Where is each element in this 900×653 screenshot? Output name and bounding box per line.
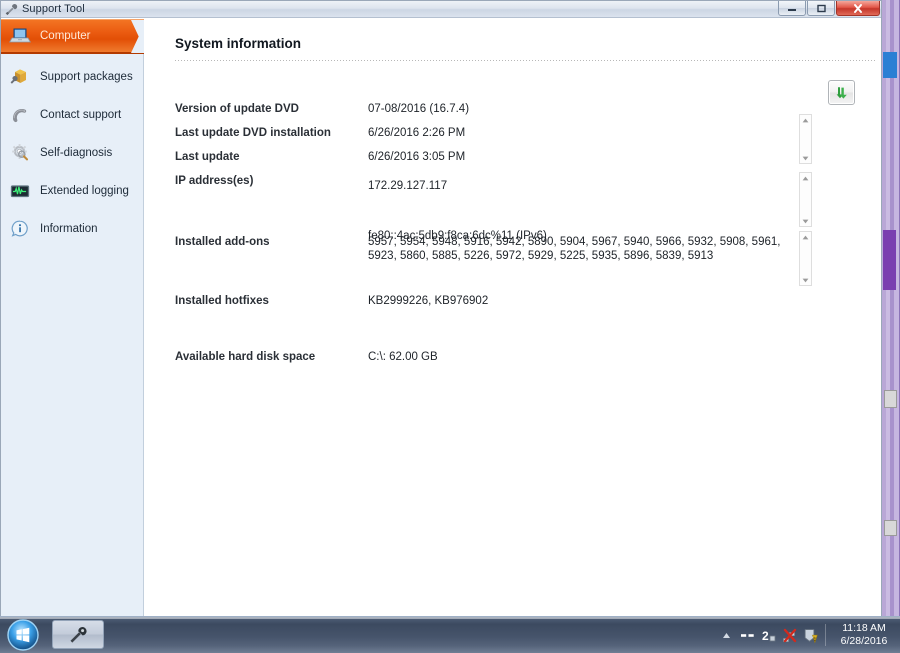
info-row-value: C:\: 62.00 GB (368, 350, 881, 364)
scroll-down-icon[interactable] (800, 153, 811, 163)
info-row-label: Version of update DVD (175, 102, 368, 116)
background-strip-accent-3 (884, 390, 897, 408)
close-icon (851, 3, 865, 14)
package-icon (9, 66, 31, 88)
clock-date: 6/28/2016 (834, 635, 894, 648)
info-row: Installed add-ons 5957, 5954, 5948, 5916… (175, 235, 881, 295)
sidebar-item-information[interactable]: Information (1, 210, 143, 248)
windows-logo-icon (5, 618, 41, 652)
gear-search-icon (9, 142, 31, 164)
screen: Support Tool (0, 0, 900, 653)
taskbar: 2 11:1 (0, 616, 900, 653)
info-row: IP address(es) 172.29.127.117 fe80::4ac:… (175, 174, 881, 226)
system-information-list: Version of update DVD 07-08/2016 (16.7.4… (175, 79, 881, 364)
ip-addresses-scrollbar[interactable] (799, 114, 812, 164)
sidebar-item-label: Self-diagnosis (40, 147, 112, 159)
action-center-warning-icon[interactable] (802, 627, 819, 644)
system-tray: 2 11:1 (716, 617, 896, 653)
support-tool-window: Support Tool (0, 0, 882, 617)
installed-addons-scrollbar[interactable] (799, 172, 812, 227)
window-title: Support Tool (22, 3, 85, 15)
info-row-label: Last update (175, 150, 368, 164)
window-body: Computer Support packages (1, 19, 881, 616)
page-title: System information (175, 36, 301, 51)
sidebar-item-contact-support[interactable]: Contact support (1, 96, 143, 134)
clock-time: 11:18 AM (834, 622, 894, 635)
scroll-up-icon[interactable] (800, 115, 811, 125)
laptop-icon (9, 25, 31, 47)
maximize-button[interactable] (807, 1, 835, 16)
clock[interactable]: 11:18 AM 6/28/2016 (834, 622, 894, 648)
info-row: Last update DVD installation 6/26/2016 2… (175, 126, 881, 140)
start-button[interactable] (5, 618, 41, 652)
minimize-button[interactable] (778, 1, 806, 16)
scroll-up-icon[interactable] (800, 232, 811, 242)
info-row-label: Installed add-ons (175, 235, 368, 249)
taskbar-item-support-tool[interactable] (52, 620, 104, 649)
dashes-icon[interactable] (739, 627, 756, 644)
selected-notch (131, 20, 145, 53)
background-strip-accent-4 (884, 520, 897, 536)
sidebar-item-computer[interactable]: Computer (1, 19, 144, 54)
minimize-icon (785, 3, 799, 13)
info-row: Version of update DVD 07-08/2016 (16.7.4… (175, 102, 881, 116)
sidebar-item-label: Extended logging (40, 185, 129, 197)
info-row: Installed hotfixes KB2999226, KB976902 (175, 294, 881, 351)
scroll-down-icon[interactable] (800, 275, 811, 285)
info-row-label: IP address(es) (175, 174, 368, 188)
show-hidden-icons-button[interactable] (718, 627, 735, 644)
installed-hotfixes-scrollbar[interactable] (799, 231, 812, 286)
info-row-label: Installed hotfixes (175, 294, 368, 308)
scroll-down-icon[interactable] (800, 216, 811, 226)
sidebar-item-label: Support packages (40, 71, 133, 83)
content-pane: System information Version of update DVD… (144, 19, 881, 616)
phone-icon (9, 104, 31, 126)
background-strip-accent-2 (883, 230, 896, 290)
waveform-icon (9, 180, 31, 202)
sidebar-item-extended-logging[interactable]: Extended logging (1, 172, 143, 210)
tray-divider (825, 624, 826, 646)
window-titlebar[interactable]: Support Tool (1, 1, 881, 18)
info-row: Available hard disk space C:\: 62.00 GB (175, 350, 881, 364)
close-button[interactable] (836, 1, 880, 16)
chevron-up-icon (722, 632, 731, 639)
scroll-up-icon[interactable] (800, 173, 811, 183)
sidebar-item-label: Computer (40, 30, 91, 42)
network-sync-icon[interactable]: 2 (760, 627, 777, 644)
sidebar-item-self-diagnosis[interactable]: Self-diagnosis (1, 134, 143, 172)
info-row-value: 5957, 5954, 5948, 5916, 5942, 5890, 5904… (368, 235, 783, 263)
info-row-value: KB2999226, KB976902 (368, 294, 881, 308)
sidebar-item-support-packages[interactable]: Support packages (1, 58, 143, 96)
network-disconnected-icon[interactable] (781, 627, 798, 644)
svg-text:2: 2 (762, 629, 769, 643)
sidebar-item-label: Information (40, 223, 98, 235)
window-controls (777, 1, 880, 17)
wrench-icon (5, 3, 18, 16)
sidebar-item-label: Contact support (40, 109, 121, 121)
info-row-label: Available hard disk space (175, 350, 368, 364)
sidebar: Computer Support packages (1, 19, 144, 616)
info-icon (9, 218, 31, 240)
maximize-icon (814, 3, 828, 13)
info-row-label: Last update DVD installation (175, 126, 368, 140)
background-strip-accent-1 (883, 52, 897, 78)
info-row: Last update 6/26/2016 3:05 PM (175, 150, 881, 164)
title-divider (175, 60, 875, 61)
wrench-icon (67, 624, 89, 646)
